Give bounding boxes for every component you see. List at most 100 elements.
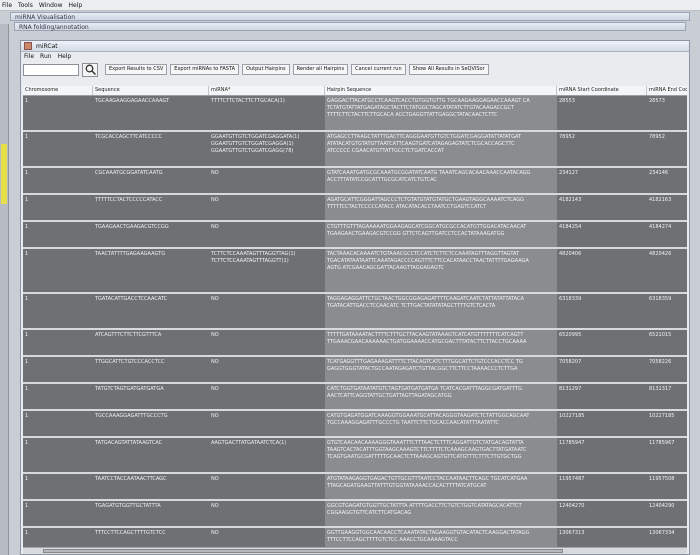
cell-hairpin: CTGTTTGTTTAGAAAAATGGAAGAGCATCGGCATGCGCCA… bbox=[325, 222, 557, 247]
menu-run[interactable]: Run bbox=[40, 53, 52, 60]
table-row[interactable]: 1 TGATACATTGACCTCCAACATC NO TAGGAGAGGATTCTG… bbox=[23, 294, 687, 330]
cell-start-coordinate: 10227185 bbox=[559, 413, 585, 419]
cell-mirna-star: NO bbox=[209, 330, 325, 355]
cell-mirna-star: TCTTCTCCAAATAGTTTAGGTTAG(1) TCTTCTCCAAATA… bbox=[209, 249, 325, 292]
cell-hairpin: CATGTGAGATGGATCAAAGGTGGAAATGCATTACAGGGTA… bbox=[325, 411, 557, 436]
menu-help[interactable]: Help bbox=[58, 53, 72, 60]
cancel-run-button[interactable]: Cancel current run bbox=[351, 64, 406, 75]
cell-end-coordinate: 4184274 bbox=[649, 224, 672, 230]
table-row[interactable]: 1 TTGGCATTCTGTCCCACCTCC NO TCATGAGGTTTGAGAA… bbox=[23, 357, 687, 384]
window-menubar: File Run Help bbox=[21, 52, 689, 61]
cell-sequence: TGCCAAAGGAGATTTGCCCTG bbox=[95, 413, 168, 419]
cell-chromosome: 1 bbox=[25, 440, 29, 446]
toolbar: Export Results to CSV Export miRNAs to F… bbox=[21, 61, 689, 78]
output-hairpins-button[interactable]: Output Hairpins bbox=[242, 64, 290, 75]
cell-hairpin: CATCTGGTGATAATATGTCTAGTGATGATGATGA TCATC… bbox=[325, 384, 557, 409]
cell-sequence: ATCAGTTTCTTCTTCGTTTCA bbox=[95, 332, 162, 338]
results-table: Chromosome Sequence miRNA* Hairpin Seque… bbox=[23, 86, 687, 550]
hairpin-line: ATCCCCC CGAACATGTTATTGCCTCTGATCACCAT bbox=[327, 148, 444, 154]
menu-file[interactable]: File bbox=[24, 53, 34, 60]
bg-window-folding[interactable]: RNA folding/annotation bbox=[14, 22, 686, 31]
table-row[interactable]: 1 TCGCACCAGCTTCATCCCCC GGAATGTTGTCTGGATCGA… bbox=[23, 132, 687, 168]
menu-file[interactable]: File bbox=[2, 2, 12, 9]
hairpin-line: AGTG ATCGAACAGCGATTACAAGTTAGGAGAGTC bbox=[327, 265, 444, 271]
cell-sequence: TCGCACCAGCTTCATCCCCC bbox=[95, 134, 163, 140]
cell-start-coordinate: 234127 bbox=[559, 170, 579, 176]
col-sequence[interactable]: Sequence bbox=[93, 86, 209, 95]
table-row[interactable]: 1 TGCAAGAAGGAGAACCAAAGT TTTTCTTCTACTTCTTGC… bbox=[23, 96, 687, 132]
hairpin-line: TCATGAGGTTTGAGAAAGATTTTCTTACAGTCATCTTTGG… bbox=[327, 359, 523, 365]
table-row[interactable]: 1 TGAAGAACTGAAGACGTCCGG NO CTGTTTGTTTAGAAAA… bbox=[23, 222, 687, 249]
cell-start-coordinate: 11957487 bbox=[559, 476, 585, 482]
hairpin-line: TGCCAAAGGAGATTTGCCCTG TAATTCTTCTGCACCAAC… bbox=[327, 420, 499, 426]
window-titlebar[interactable]: miRCat bbox=[21, 41, 689, 52]
mirna-star-line: NO bbox=[211, 476, 219, 482]
cell-mirna-star: NO bbox=[209, 411, 325, 436]
cell-start-coordinate: 7058207 bbox=[559, 359, 582, 365]
mirna-star-line: NO bbox=[211, 530, 219, 536]
hairpin-line: TGATACATTGACCTCCAACATC TCTTGACTATATATAGC… bbox=[327, 303, 496, 309]
table-row[interactable]: 1 TAATCCTACCAATAACTTCAGC NO ATGTATAAGAGGTGA… bbox=[23, 474, 687, 501]
cell-sequence: TGATACATTGACCTCCAACATC bbox=[95, 296, 168, 302]
render-hairpins-button[interactable]: Render all Hairpins bbox=[292, 64, 349, 75]
col-end[interactable]: miRNA End Coord bbox=[647, 86, 687, 95]
cell-start-coordinate: 4820406 bbox=[559, 251, 582, 257]
table-row[interactable]: 1 TATGTCTAGTGATGATGATGA NO CATCTGGTGATAATAT… bbox=[23, 384, 687, 411]
table-row[interactable]: 1 CGCAAATGCGGATATCAATG NO GTATCAAATGATGCGCA… bbox=[23, 168, 687, 195]
mirna-star-line: TCTTCTCCAAATAGTTTAGGTTAG(1) bbox=[211, 251, 296, 257]
hairpin-line: ATGTATAAGAGGTGAGACTGTTGCGTTTAATCCTACCAAT… bbox=[327, 476, 528, 482]
menu-tools[interactable]: Tools bbox=[18, 2, 33, 9]
cell-start-coordinate: 12404270 bbox=[559, 503, 585, 509]
cell-mirna-star: GGAATGTTGTCTGGATCGAGGATA(1) GGAATGTTGTCTG… bbox=[209, 132, 325, 166]
menu-window[interactable]: Window bbox=[39, 2, 63, 9]
menu-help[interactable]: Help bbox=[69, 2, 83, 9]
table-row[interactable]: 1 TATGACAGTATTATAAGTCAC AAGTGACTTATGATAATC… bbox=[23, 438, 687, 474]
col-start[interactable]: miRNA Start Coordinate bbox=[557, 86, 647, 95]
hairpin-line: TAAGTCACTACATTTGGTAAGCAAAGTCTTCTTTTCTCAA… bbox=[327, 447, 527, 453]
table-row[interactable]: 1 TGAGATGTGGTTGCTATTTA NO GGCGTGAGATGTGGTTG… bbox=[23, 501, 687, 528]
cell-hairpin: TCATGAGGTTTGAGAAAGATTTTCTTACAGTCATCTTTGG… bbox=[325, 357, 557, 382]
export-fasta-button[interactable]: Export miRNAs to FASTA bbox=[170, 64, 240, 75]
table-row[interactable]: 1 TAACTATTTTGAGAAGAAGTG TCTTCTCCAAATAGTTTA… bbox=[23, 249, 687, 294]
cell-hairpin: TAGGAGAGGATTCTGCTAACTGGCGGAGAGATTTTCAAGA… bbox=[325, 294, 557, 328]
cell-end-coordinate: 6318359 bbox=[649, 296, 672, 302]
cell-sequence: TATGTCTAGTGATGATGATGA bbox=[95, 386, 164, 392]
scrollbar-thumb[interactable] bbox=[43, 549, 563, 553]
cell-mirna-star: NO bbox=[209, 501, 325, 526]
hairpin-line: GGTTGAAGGTGGCAACAACCTCAAATATACTAGAAGGTGT… bbox=[327, 530, 530, 536]
mirna-star-line: TCTTCTCCAAATAGTTTAGGTT(1) bbox=[211, 258, 289, 264]
col-chromosome[interactable]: Chromosome bbox=[23, 86, 93, 95]
show-seqvisor-button[interactable]: Show All Results in SeQVISor bbox=[408, 64, 489, 75]
cell-mirna-star: NO bbox=[209, 222, 325, 247]
cell-end-coordinate: 78952 bbox=[649, 134, 665, 140]
cell-mirna-star: NO bbox=[209, 474, 325, 499]
cell-hairpin: GTGTCAACAACAAAAGGGTAAATTTCTTTAACTCTTTCAG… bbox=[325, 438, 557, 472]
mirna-star-line: NO bbox=[211, 503, 219, 509]
hairpin-line: GAGGTGGGTATACTGCCAATAGAGATCTGTTACGGCTTCT… bbox=[327, 366, 518, 372]
cell-chromosome: 1 bbox=[25, 224, 29, 230]
horizontal-scrollbar[interactable] bbox=[23, 547, 687, 554]
bg-window-visualisation[interactable]: miRNA Visualisation bbox=[10, 12, 690, 21]
table-row[interactable]: 1 ATCAGTTTCTTCTTCGTTTCA NO TTTTTGATAAAATACT… bbox=[23, 330, 687, 357]
cell-end-coordinate: 11957508 bbox=[649, 476, 675, 482]
col-mirna-star[interactable]: miRNA* bbox=[209, 86, 325, 95]
app-menubar: File Tools Window Help bbox=[0, 0, 700, 11]
mirna-star-line: NO bbox=[211, 386, 219, 392]
table-row[interactable]: 1 TTTTTCCTACTCCCCCATACC NO AGATGCATTCGGGATT… bbox=[23, 195, 687, 222]
hairpin-line: TGACATATAATAATTCAAATAGACCCCAGTTTCTTCCACA… bbox=[327, 258, 529, 264]
table-row[interactable]: 1 TGCCAAAGGAGATTTGCCCTG NO CATGTGAGATGGATCA… bbox=[23, 411, 687, 438]
cell-mirna-star: TTTTCTTCTACTTCTTGCACA(1) bbox=[209, 96, 325, 130]
mirna-star-line: NO bbox=[211, 359, 219, 365]
cell-sequence: TTTTTCCTACTCCCCCATACC bbox=[95, 197, 163, 203]
col-hairpin[interactable]: Hairpin Sequence bbox=[325, 86, 557, 95]
left-side-panel bbox=[0, 24, 9, 555]
cell-sequence: TTGGCATTCTGTCCCACCTCC bbox=[95, 359, 165, 365]
export-csv-button[interactable]: Export Results to CSV bbox=[105, 64, 168, 75]
mirna-star-line: NO bbox=[211, 413, 219, 419]
hairpin-line: GTGTCAACAACAAAAGGGTAAATTTCTTTAACTCTTTCAG… bbox=[327, 440, 524, 446]
search-input[interactable] bbox=[23, 63, 79, 76]
cell-end-coordinate: 234146 bbox=[649, 170, 669, 176]
app-icon bbox=[24, 42, 32, 50]
hairpin-line: TCTATGTATTATGAGATAGCTACTTCTATGGCTAGCATAT… bbox=[327, 105, 515, 111]
search-button[interactable] bbox=[82, 62, 98, 77]
